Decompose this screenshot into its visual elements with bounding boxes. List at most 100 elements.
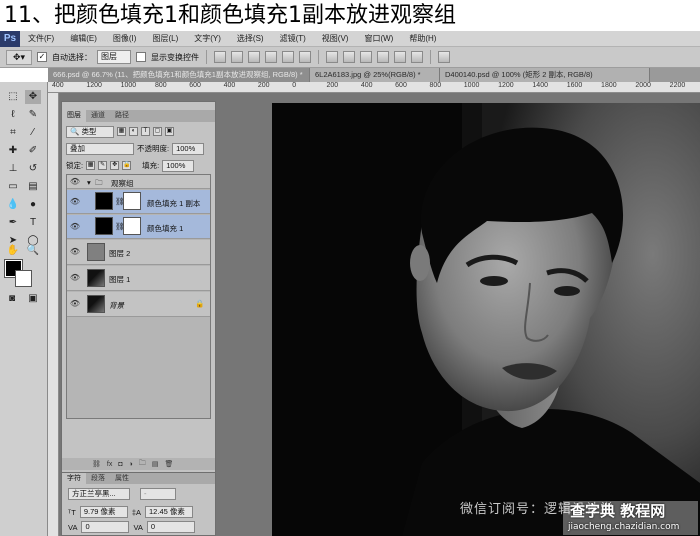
tracking-input[interactable]: 0 (146, 521, 195, 533)
eye-icon[interactable]: 👁 (69, 221, 81, 233)
filter-adjustment-icon[interactable]: ◐ (129, 127, 138, 136)
eyedropper-tool-icon[interactable]: ⁄ (25, 126, 41, 140)
quick-select-tool-icon[interactable]: ✎ (25, 108, 41, 122)
leading-input[interactable]: 12.45 像素 (145, 506, 194, 518)
layer-row-background[interactable]: 👁 背景 🔒 (67, 292, 210, 317)
crop-tool-icon[interactable]: ⌗ (5, 126, 21, 140)
distribute-right-icon[interactable] (411, 51, 423, 63)
fill-input[interactable]: 100% (162, 159, 195, 172)
tab-properties[interactable]: 属性 (110, 473, 134, 484)
menu-view[interactable]: 视图(V) (314, 31, 357, 47)
distribute-hcenter-icon[interactable] (394, 51, 406, 63)
disclosure-triangle-icon[interactable]: ▾ (87, 178, 91, 187)
new-layer-icon[interactable]: ▤ (152, 460, 159, 468)
tab-character[interactable]: 字符 (62, 473, 86, 484)
menu-help[interactable]: 帮助(H) (401, 31, 444, 47)
align-bottom-icon[interactable] (248, 51, 260, 63)
distribute-left-icon[interactable] (377, 51, 389, 63)
zoom-tool-icon[interactable]: 🔍 (25, 244, 41, 258)
filter-shape-icon[interactable]: ▢ (153, 127, 162, 136)
menu-edit[interactable]: 编辑(E) (62, 31, 105, 47)
lock-all-icon[interactable]: 🔒 (122, 161, 132, 170)
blend-mode-select[interactable]: 叠加 (66, 142, 134, 155)
auto-select-checkbox[interactable]: ✓ (37, 52, 47, 62)
menu-window[interactable]: 窗口(W) (356, 31, 401, 47)
auto-select-dropdown[interactable]: 图层 (97, 50, 131, 64)
dodge-tool-icon[interactable]: ● (25, 198, 41, 212)
tab-layers[interactable]: 图层 (62, 110, 86, 122)
eye-icon[interactable]: 👁 (69, 298, 81, 310)
kerning-input[interactable]: 0 (81, 521, 130, 533)
auto-align-icon[interactable] (438, 51, 450, 63)
eye-icon[interactable]: 👁 (69, 246, 81, 258)
gradient-tool-icon[interactable]: ▤ (25, 180, 41, 194)
align-right-icon[interactable] (299, 51, 311, 63)
distribute-top-icon[interactable] (326, 51, 338, 63)
tab-channels[interactable]: 通道 (86, 110, 110, 122)
folder-icon[interactable]: 🗀 (139, 459, 146, 470)
layer-row-fill-copy[interactable]: 👁 ⛓ 颜色填充 1 副本 (67, 190, 210, 214)
font-size-icon: ᵀT (68, 507, 76, 517)
type-tool-icon[interactable]: T (25, 216, 41, 230)
fx-icon[interactable]: fx (107, 461, 112, 468)
screen-mode-icon[interactable]: ▣ (25, 292, 41, 306)
layer-row-layer2[interactable]: 👁 图层 2 (67, 240, 210, 265)
layer-row-layer1[interactable]: 👁 图层 1 (67, 266, 210, 291)
move-tool-icon[interactable]: ✥ (25, 90, 41, 104)
align-hcenter-icon[interactable] (282, 51, 294, 63)
layer-filter-select[interactable]: 🔍 类型 (66, 125, 114, 138)
filter-type-icon[interactable]: T (141, 127, 150, 136)
distribute-bottom-icon[interactable] (360, 51, 372, 63)
history-brush-icon[interactable]: ↺ (25, 162, 41, 176)
filter-smart-icon[interactable]: ▣ (165, 127, 174, 136)
align-vcenter-icon[interactable] (231, 51, 243, 63)
adjustment-icon[interactable]: ◑ (129, 461, 133, 468)
tab-document-d400140[interactable]: D400140.psd @ 100% (矩形 2 副本, RGB/8) (440, 68, 650, 82)
move-icon[interactable]: ✥▾ (6, 49, 32, 65)
pen-tool-icon[interactable]: ✒ (5, 216, 21, 230)
mask-icon[interactable]: ◘ (118, 461, 122, 468)
opacity-input[interactable]: 100% (172, 142, 205, 155)
lock-pixels-icon[interactable]: ✎ (98, 161, 108, 170)
filter-pixel-icon[interactable]: ▦ (117, 127, 126, 136)
vertical-ruler (48, 93, 59, 536)
menu-file[interactable]: 文件(F) (20, 31, 62, 47)
menu-select[interactable]: 选择(S) (229, 31, 272, 47)
font-style-select[interactable]: - (140, 488, 176, 500)
menu-type[interactable]: 文字(Y) (186, 31, 229, 47)
eraser-tool-icon[interactable]: ▭ (5, 180, 21, 194)
document-canvas[interactable] (272, 103, 700, 536)
trash-icon[interactable]: 🗑 (164, 460, 173, 468)
font-size-input[interactable]: 9.79 像素 (79, 506, 128, 518)
menu-layer[interactable]: 图层(L) (144, 31, 186, 47)
eye-icon[interactable]: 👁 (69, 272, 81, 284)
tab-paths[interactable]: 路径 (110, 110, 134, 122)
clone-stamp-icon[interactable]: ⊥ (5, 162, 21, 176)
font-family-select[interactable]: 方正兰亭黑... (68, 488, 130, 500)
align-left-icon[interactable] (265, 51, 277, 63)
kerning-icon: VA (68, 522, 78, 532)
tab-paragraph[interactable]: 段落 (86, 473, 110, 484)
lasso-tool-icon[interactable]: ℓ (5, 108, 21, 122)
brush-tool-icon[interactable]: ✐ (25, 144, 41, 158)
eye-icon[interactable]: 👁 (69, 176, 81, 188)
quick-mask-icon[interactable]: ◙ (4, 292, 20, 306)
menu-image[interactable]: 图像(I) (105, 31, 145, 47)
align-top-icon[interactable] (214, 51, 226, 63)
layer-row-fill[interactable]: 👁 ⛓ 颜色填充 1 (67, 215, 210, 239)
eye-icon[interactable]: 👁 (69, 196, 81, 208)
hand-tool-icon[interactable]: ✋ (5, 244, 21, 258)
link-icon[interactable]: ⛓ (92, 460, 101, 468)
lock-transparent-icon[interactable]: ▦ (86, 161, 96, 170)
background-color-swatch[interactable] (15, 270, 32, 287)
tab-document-6l2a6183[interactable]: 6L2A6183.jpg @ 25%(RGB/8) * (310, 68, 440, 82)
show-transform-checkbox[interactable] (136, 52, 146, 62)
layer-row-group[interactable]: 👁 ▾ 🗀 观察组 (67, 175, 210, 189)
healing-brush-icon[interactable]: ✚ (5, 144, 21, 158)
distribute-vcenter-icon[interactable] (343, 51, 355, 63)
tab-document-666[interactable]: 666.psd @ 66.7% (11、把颜色填充1和颜色填充1副本放进观察组,… (48, 68, 310, 82)
marquee-tool-icon[interactable]: ⬚ (5, 90, 21, 104)
menu-filter[interactable]: 滤镜(T) (272, 31, 314, 47)
lock-position-icon[interactable]: ✥ (110, 161, 120, 170)
blur-tool-icon[interactable]: 💧 (5, 198, 21, 212)
